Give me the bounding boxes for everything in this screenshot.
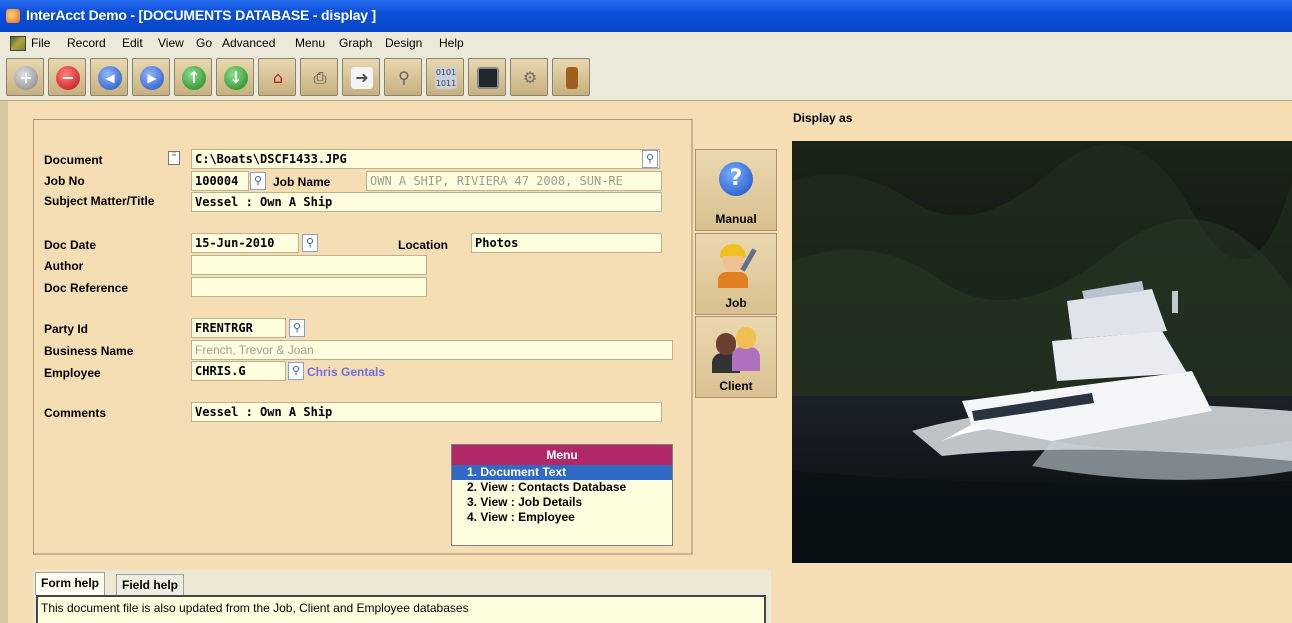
comments-label: Comments xyxy=(44,406,107,420)
job-button[interactable]: Job xyxy=(695,233,777,315)
employee-lookup-icon[interactable]: ⚲ xyxy=(288,362,304,380)
home-icon: ⌂ xyxy=(272,68,284,87)
add-icon: + xyxy=(14,66,38,90)
toolbar: + − ◀ ▶ ↑ ↓ ⌂ ⎙ ➜ ⚲ 0101 1011 ⚙ xyxy=(0,55,1292,101)
menu-help[interactable]: Help xyxy=(439,36,464,50)
document-field[interactable]: C:\Boats\DSCF1433.JPG xyxy=(191,149,660,169)
add-button[interactable]: + xyxy=(6,58,44,96)
search-icon: ⚲ xyxy=(398,68,410,87)
job-name-field: OWN A SHIP, RIVIERA 47 2008, SUN-RE xyxy=(366,171,662,191)
menu-item-document-text[interactable]: 1. Document Text xyxy=(452,465,672,480)
doc-date-field[interactable]: 15-Jun-2010 xyxy=(191,233,299,253)
action-menu: Menu 1. Document Text 2. View : Contacts… xyxy=(451,444,673,546)
export-button[interactable]: ➜ xyxy=(342,58,380,96)
binary-button[interactable]: 0101 1011 xyxy=(426,58,464,96)
menu-design[interactable]: Design xyxy=(385,36,422,50)
home-button[interactable]: ⌂ xyxy=(258,58,296,96)
exit-button[interactable] xyxy=(552,58,590,96)
document-file-icon[interactable]: ≡ xyxy=(168,151,180,165)
settings-icon: ⚙ xyxy=(522,68,538,87)
job-no-label: Job No xyxy=(44,174,85,188)
help-panel: Form help Field help This document file … xyxy=(33,570,771,623)
settings-button[interactable]: ⚙ xyxy=(510,58,548,96)
menu-item-job-details[interactable]: 3. View : Job Details xyxy=(452,495,672,510)
location-label: Location xyxy=(398,238,448,252)
next-record-button[interactable]: ↓ xyxy=(216,58,254,96)
first-record-button[interactable]: ◀ xyxy=(90,58,128,96)
screen-icon xyxy=(477,67,499,89)
document-label: Document xyxy=(44,153,103,167)
left-border xyxy=(0,101,8,623)
previous-record-icon: ↑ xyxy=(182,66,206,90)
menu-item-employee[interactable]: 4. View : Employee xyxy=(452,510,672,525)
job-no-field[interactable]: 100004 xyxy=(191,171,249,191)
author-field[interactable] xyxy=(191,255,427,275)
party-id-label: Party Id xyxy=(44,322,89,336)
menu-item-contacts[interactable]: 2. View : Contacts Database xyxy=(452,480,672,495)
help-text: This document file is also updated from … xyxy=(36,595,766,623)
search-button[interactable]: ⚲ xyxy=(384,58,422,96)
last-record-button[interactable]: ▶ xyxy=(132,58,170,96)
job-label: Job xyxy=(725,296,747,310)
date-picker-icon[interactable]: ⚲ xyxy=(302,234,318,252)
next-record-icon: ↓ xyxy=(224,66,248,90)
document-window-icon[interactable] xyxy=(10,36,26,51)
menu-bar: File Record Edit View Go Advanced Menu G… xyxy=(0,32,1292,55)
screen-button[interactable] xyxy=(468,58,506,96)
document-image xyxy=(792,141,1292,563)
employee-name: Chris Gentals xyxy=(307,365,386,379)
print-button[interactable]: ⎙ xyxy=(300,58,338,96)
subject-label: Subject Matter/Title xyxy=(44,194,155,208)
manual-button[interactable]: ? Manual xyxy=(695,149,777,231)
menu-view[interactable]: View xyxy=(158,36,184,50)
window-title: InterAcct Demo - [DOCUMENTS DATABASE - d… xyxy=(26,7,377,23)
delete-button[interactable]: − xyxy=(48,58,86,96)
boat-photo xyxy=(792,141,1292,563)
business-name-field: French, Trevor & Joan xyxy=(191,340,673,360)
menu-title: Menu xyxy=(452,445,672,465)
doc-date-label: Doc Date xyxy=(44,238,97,252)
tab-field-help[interactable]: Field help xyxy=(116,574,185,595)
print-icon: ⎙ xyxy=(313,68,327,87)
subject-field[interactable]: Vessel : Own A Ship xyxy=(191,192,662,212)
worker-icon xyxy=(714,242,758,288)
menu-record[interactable]: Record xyxy=(67,36,106,50)
employee-field[interactable]: CHRIS.G xyxy=(191,361,286,381)
comments-field[interactable]: Vessel : Own A Ship xyxy=(191,402,662,422)
doc-reference-label: Doc Reference xyxy=(44,281,129,295)
client-label: Client xyxy=(719,379,753,393)
menu-file[interactable]: File xyxy=(31,36,50,50)
document-lookup-icon[interactable]: ⚲ xyxy=(642,150,658,168)
first-record-icon: ◀ xyxy=(98,66,122,90)
author-label: Author xyxy=(44,259,84,273)
title-bar: InterAcct Demo - [DOCUMENTS DATABASE - d… xyxy=(0,0,1292,32)
last-record-icon: ▶ xyxy=(140,66,164,90)
job-lookup-icon[interactable]: ⚲ xyxy=(250,172,266,190)
job-name-label: Job Name xyxy=(273,175,331,189)
manual-label: Manual xyxy=(715,212,757,226)
menu-graph[interactable]: Graph xyxy=(339,36,372,50)
people-icon xyxy=(712,325,762,373)
display-as-label: Display as xyxy=(793,111,853,125)
party-id-field[interactable]: FRENTRGR xyxy=(191,318,286,338)
app-icon xyxy=(6,9,20,23)
doc-reference-field[interactable] xyxy=(191,277,427,297)
export-icon: ➜ xyxy=(351,67,373,89)
menu-edit[interactable]: Edit xyxy=(122,36,143,50)
previous-record-button[interactable]: ↑ xyxy=(174,58,212,96)
menu-go[interactable]: Go xyxy=(196,36,212,50)
menu-advanced[interactable]: Advanced xyxy=(222,36,275,50)
exit-door-icon xyxy=(566,67,578,89)
delete-icon: − xyxy=(56,66,80,90)
employee-label: Employee xyxy=(44,366,101,380)
location-field[interactable]: Photos xyxy=(471,233,662,253)
party-lookup-icon[interactable]: ⚲ xyxy=(289,319,305,337)
tab-form-help[interactable]: Form help xyxy=(35,572,106,595)
client-button[interactable]: Client xyxy=(695,316,777,398)
menu-menu[interactable]: Menu xyxy=(295,36,325,50)
binary-icon: 0101 1011 xyxy=(435,67,457,89)
business-name-label: Business Name xyxy=(44,344,134,358)
help-icon: ? xyxy=(719,162,753,196)
